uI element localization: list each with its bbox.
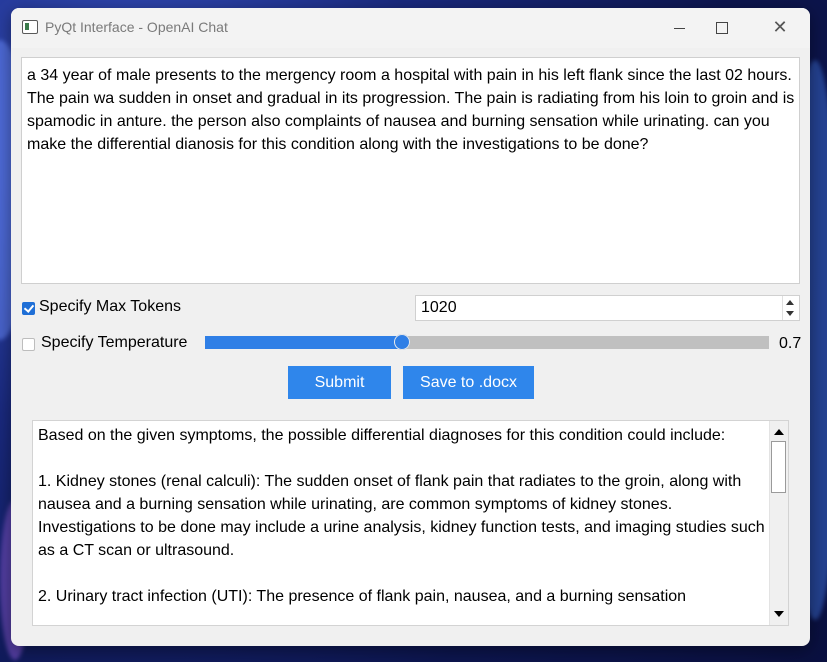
spin-down-icon[interactable] [786, 311, 794, 316]
app-window: PyQt Interface - OpenAI Chat ✕ a 34 year… [11, 8, 810, 646]
close-button[interactable]: ✕ [757, 8, 803, 48]
spin-up-icon[interactable] [786, 300, 794, 305]
maximize-button[interactable] [699, 8, 745, 48]
spinbox-arrows [782, 296, 799, 320]
scroll-up-icon[interactable] [774, 429, 784, 435]
temperature-value: 0.7 [779, 335, 802, 352]
scroll-thumb[interactable] [771, 441, 786, 493]
slider-fill [205, 336, 403, 349]
response-scrollbar[interactable] [769, 421, 788, 625]
scroll-down-icon[interactable] [774, 611, 784, 617]
slider-handle[interactable] [394, 334, 411, 350]
minimize-icon [673, 27, 685, 29]
max-tokens-label: Specify Max Tokens [39, 298, 181, 315]
temperature-checkbox[interactable] [22, 338, 35, 351]
max-tokens-checkbox[interactable] [22, 302, 35, 315]
close-icon: ✕ [772, 17, 788, 38]
response-output[interactable]: Based on the given symptoms, the possibl… [32, 420, 789, 626]
max-tokens-value[interactable]: 1020 [421, 299, 457, 317]
prompt-input[interactable]: a 34 year of male presents to the mergen… [21, 57, 800, 284]
response-text: Based on the given symptoms, the possibl… [38, 427, 765, 605]
temperature-slider[interactable] [205, 334, 769, 350]
app-window-icon [22, 20, 38, 34]
minimize-button[interactable] [656, 8, 702, 48]
save-docx-button[interactable]: Save to .docx [403, 366, 534, 399]
temperature-label: Specify Temperature [41, 334, 188, 351]
window-title: PyQt Interface - OpenAI Chat [45, 19, 228, 35]
maximize-icon [716, 22, 728, 34]
title-bar[interactable]: PyQt Interface - OpenAI Chat ✕ [11, 8, 810, 48]
submit-button[interactable]: Submit [288, 366, 391, 399]
max-tokens-spinbox[interactable]: 1020 [415, 295, 800, 321]
